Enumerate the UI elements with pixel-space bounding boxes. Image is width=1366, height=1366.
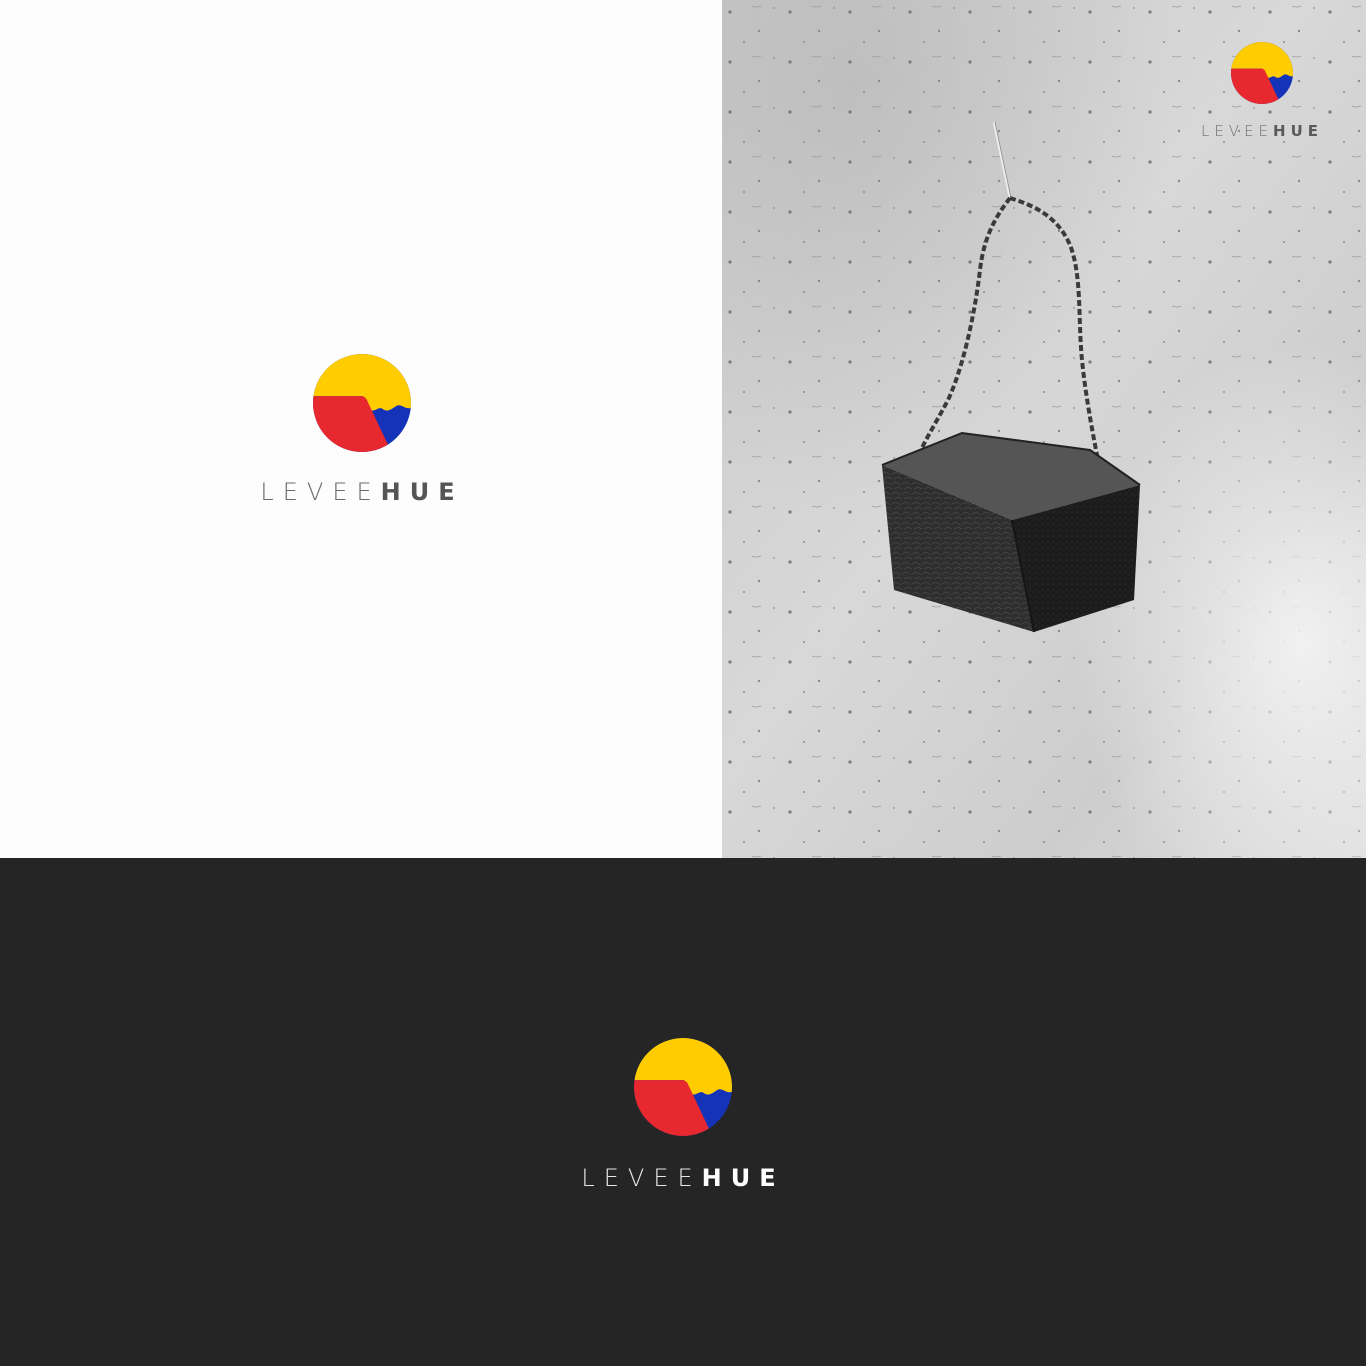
light-logo-panel: LEVEEHUE bbox=[0, 0, 722, 858]
product-photo-panel: LEVEEHUE bbox=[722, 0, 1366, 858]
wordmark-levee: LEVEE bbox=[260, 478, 381, 506]
logo-light-version: LEVEEHUE bbox=[232, 354, 492, 506]
logo-dark-version: LEVEEHUE bbox=[553, 1038, 813, 1192]
logo-wordmark: LEVEEHUE bbox=[1192, 122, 1332, 140]
logo-photo-overlay: LEVEEHUE bbox=[1192, 42, 1332, 140]
leveehue-logo-mark bbox=[634, 1038, 732, 1136]
dark-logo-panel: LEVEEHUE bbox=[0, 858, 1366, 1366]
logo-wordmark: LEVEEHUE bbox=[553, 1164, 813, 1192]
logo-wordmark: LEVEEHUE bbox=[232, 478, 492, 506]
wordmark-hue: HUE bbox=[1273, 122, 1324, 140]
wordmark-levee: LEVEE bbox=[581, 1164, 702, 1192]
leveehue-logo-mark bbox=[1231, 42, 1293, 104]
wordmark-levee: LEVEE bbox=[1200, 122, 1274, 140]
wordmark-hue: HUE bbox=[701, 1164, 785, 1192]
wordmark-hue: HUE bbox=[380, 478, 464, 506]
leveehue-logo-mark bbox=[313, 354, 411, 452]
